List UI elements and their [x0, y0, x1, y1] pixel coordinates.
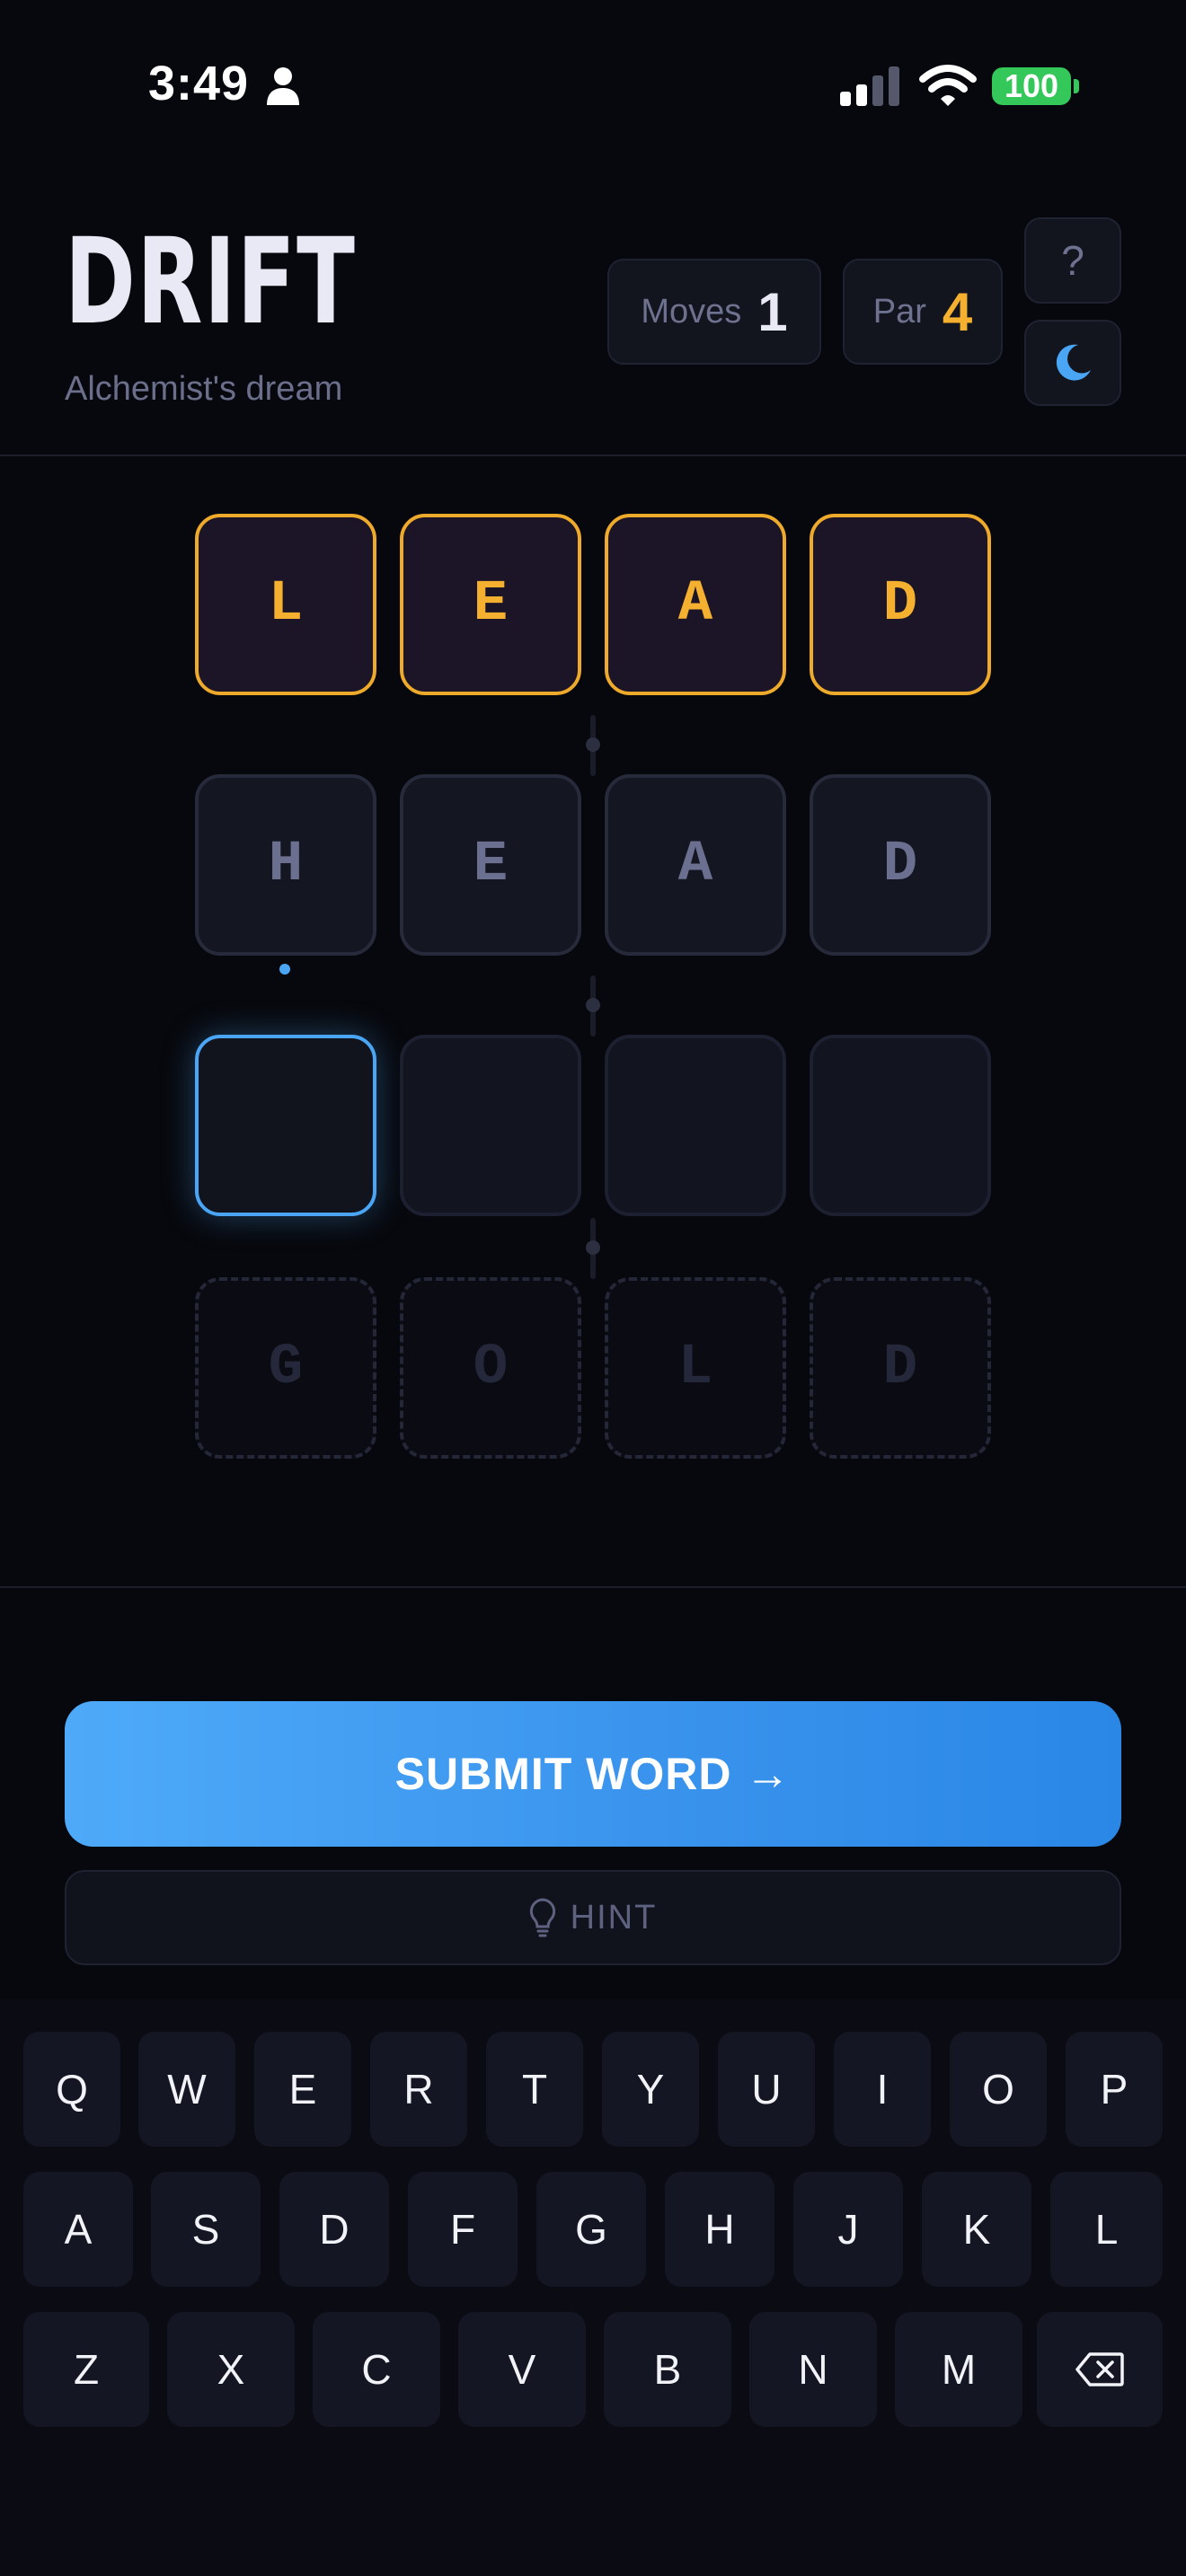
- target-tile: D: [810, 1277, 991, 1459]
- person-icon: [267, 67, 299, 105]
- key-f[interactable]: F: [408, 2172, 518, 2287]
- key-t[interactable]: T: [486, 2032, 583, 2147]
- word-ladder-board: L E A D H E A D G O L D: [0, 458, 1186, 1588]
- moon-icon: [1056, 344, 1091, 381]
- key-j[interactable]: J: [793, 2172, 903, 2287]
- help-icon: ?: [1061, 237, 1084, 284]
- key-b[interactable]: B: [604, 2312, 731, 2427]
- battery-icon: 100: [992, 67, 1071, 105]
- key-q[interactable]: Q: [23, 2032, 120, 2147]
- start-tile: D: [810, 514, 991, 695]
- par-label: Par: [872, 292, 926, 331]
- key-m[interactable]: M: [895, 2312, 1022, 2427]
- key-l[interactable]: L: [1050, 2172, 1163, 2287]
- ladder-connector-dot: [586, 1240, 600, 1255]
- game-header: DRIFT Alchemist's dream Moves 1 Par 4 ?: [0, 171, 1186, 456]
- target-tile: G: [195, 1277, 376, 1459]
- input-tile[interactable]: [605, 1035, 786, 1216]
- on-screen-keyboard: Q W E R T Y U I O P A S D F G H J K L Z …: [0, 1999, 1186, 2576]
- key-w[interactable]: W: [138, 2032, 235, 2147]
- game-subtitle: Alchemist's dream: [65, 370, 343, 408]
- game-title: DRIFT: [65, 213, 357, 351]
- signal-icon: [840, 66, 899, 106]
- section-divider: [0, 1586, 1186, 1588]
- app-screen: 3:49 100 DRIFT Alchemist's dream Moves 1…: [0, 0, 1186, 2576]
- key-o[interactable]: O: [950, 2032, 1047, 2147]
- wifi-icon: [919, 65, 977, 106]
- key-a[interactable]: A: [23, 2172, 133, 2287]
- played-tile: D: [810, 774, 991, 956]
- input-tile[interactable]: [400, 1035, 581, 1216]
- key-v[interactable]: V: [458, 2312, 586, 2427]
- input-tile-active[interactable]: [195, 1035, 376, 1216]
- key-k[interactable]: K: [922, 2172, 1031, 2287]
- status-time: 3:49: [148, 57, 250, 110]
- moves-label: Moves: [641, 292, 742, 331]
- start-tile: A: [605, 514, 786, 695]
- key-r[interactable]: R: [370, 2032, 467, 2147]
- input-tile[interactable]: [810, 1035, 991, 1216]
- key-i[interactable]: I: [834, 2032, 931, 2147]
- key-u[interactable]: U: [718, 2032, 815, 2147]
- battery-tip: [1074, 79, 1079, 93]
- played-tile: E: [400, 774, 581, 956]
- key-z[interactable]: Z: [23, 2312, 149, 2427]
- key-e[interactable]: E: [254, 2032, 351, 2147]
- target-tile: O: [400, 1277, 581, 1459]
- start-tile: L: [195, 514, 376, 695]
- backspace-key[interactable]: [1037, 2312, 1163, 2427]
- key-g[interactable]: G: [536, 2172, 646, 2287]
- theme-toggle-button[interactable]: [1024, 320, 1121, 406]
- played-tile: H: [195, 774, 376, 956]
- change-indicator-dot: [279, 964, 290, 975]
- key-s[interactable]: S: [151, 2172, 261, 2287]
- key-n[interactable]: N: [749, 2312, 877, 2427]
- key-y[interactable]: Y: [602, 2032, 699, 2147]
- hint-button[interactable]: HINT: [65, 1870, 1121, 1965]
- lightbulb-icon: [529, 1898, 555, 1937]
- key-d[interactable]: D: [279, 2172, 389, 2287]
- played-tile: A: [605, 774, 786, 956]
- par-value: 4: [942, 281, 973, 342]
- ladder-connector-dot: [586, 998, 600, 1012]
- key-h[interactable]: H: [665, 2172, 774, 2287]
- status-bar: 3:49 100: [0, 0, 1186, 171]
- moves-value: 1: [757, 281, 788, 342]
- ladder-connector-dot: [586, 737, 600, 752]
- key-c[interactable]: C: [313, 2312, 440, 2427]
- hint-label: HINT: [570, 1898, 658, 1936]
- submit-word-button[interactable]: SUBMIT WORD →: [65, 1701, 1121, 1847]
- par-counter: Par 4: [843, 259, 1003, 365]
- moves-counter: Moves 1: [607, 259, 821, 365]
- key-x[interactable]: X: [167, 2312, 295, 2427]
- target-tile: L: [605, 1277, 786, 1459]
- help-button[interactable]: ?: [1024, 217, 1121, 304]
- key-p[interactable]: P: [1066, 2032, 1163, 2147]
- start-tile: E: [400, 514, 581, 695]
- backspace-icon: [1075, 2352, 1124, 2386]
